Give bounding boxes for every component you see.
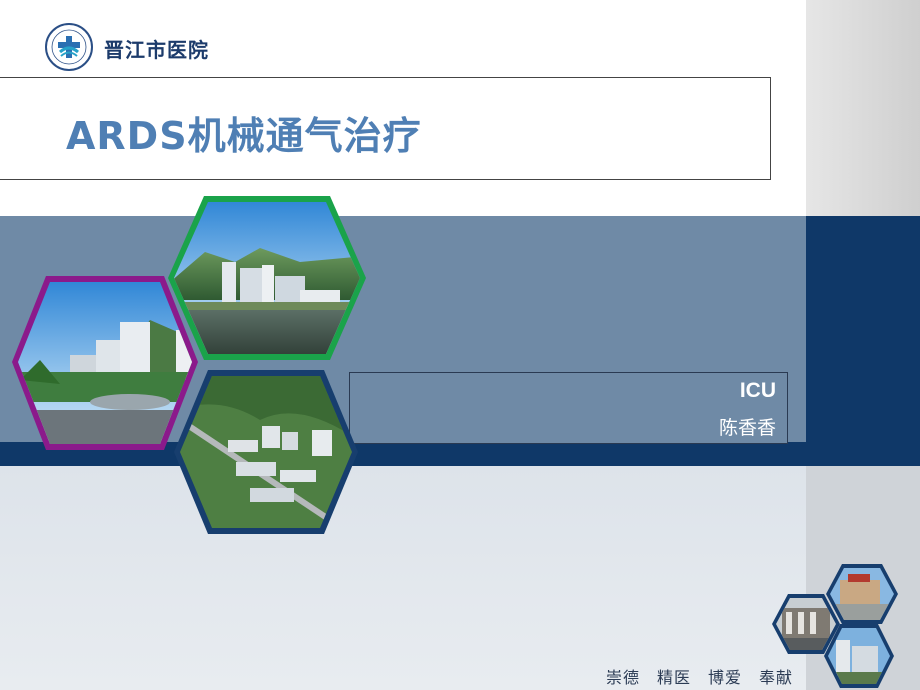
title-slide: 晋江市医院 ARDS机械通气治疗 ICU 陈香香 崇德 精医 博爱 奉献 [0, 0, 920, 690]
hospital-building-photo [168, 196, 366, 360]
hospital-aerial-photo [174, 370, 358, 534]
hospital-motto: 崇德 精医 博爱 奉献 [606, 668, 794, 687]
hospital-campus-photo [12, 276, 198, 450]
hexagon-photo-group [12, 196, 898, 688]
small-building-photo-1 [826, 564, 898, 624]
